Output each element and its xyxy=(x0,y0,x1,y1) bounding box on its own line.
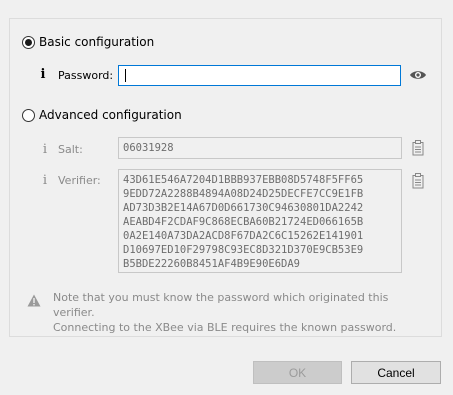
note-line-2: Connecting to the XBee via BLE requires … xyxy=(53,321,397,334)
copy-salt-clipboard-icon[interactable] xyxy=(412,140,424,156)
password-label: Password: xyxy=(58,69,114,82)
copy-verifier-clipboard-icon[interactable] xyxy=(412,173,424,189)
salt-label: Salt: xyxy=(58,143,83,156)
advanced-config-radio-option[interactable]: Advanced configuration xyxy=(22,108,182,122)
salt-info-icon: i xyxy=(42,142,48,157)
basic-config-radio[interactable] xyxy=(22,35,35,49)
basic-config-label: Basic configuration xyxy=(39,35,155,49)
password-input[interactable] xyxy=(118,65,401,86)
verifier-label: Verifier: xyxy=(58,174,101,187)
advanced-config-radio[interactable] xyxy=(22,108,35,122)
verifier-note: Note that you must know the password whi… xyxy=(53,290,433,335)
ok-button[interactable]: OK xyxy=(253,361,342,384)
basic-config-radio-option[interactable]: Basic configuration xyxy=(22,35,154,49)
verifier-field: 43D61E546A7204D1BBB937EBB08D5748F5FF65 9… xyxy=(118,169,402,273)
text-caret xyxy=(125,69,126,82)
advanced-config-label: Advanced configuration xyxy=(39,108,182,122)
warning-icon xyxy=(27,294,41,307)
show-password-eye-icon[interactable] xyxy=(409,69,427,81)
note-line-1: Note that you must know the password whi… xyxy=(53,291,389,319)
cancel-button[interactable]: Cancel xyxy=(351,361,441,384)
salt-field: 06031928 xyxy=(118,137,402,159)
password-info-icon: i xyxy=(40,67,46,82)
verifier-info-icon: i xyxy=(42,173,48,188)
